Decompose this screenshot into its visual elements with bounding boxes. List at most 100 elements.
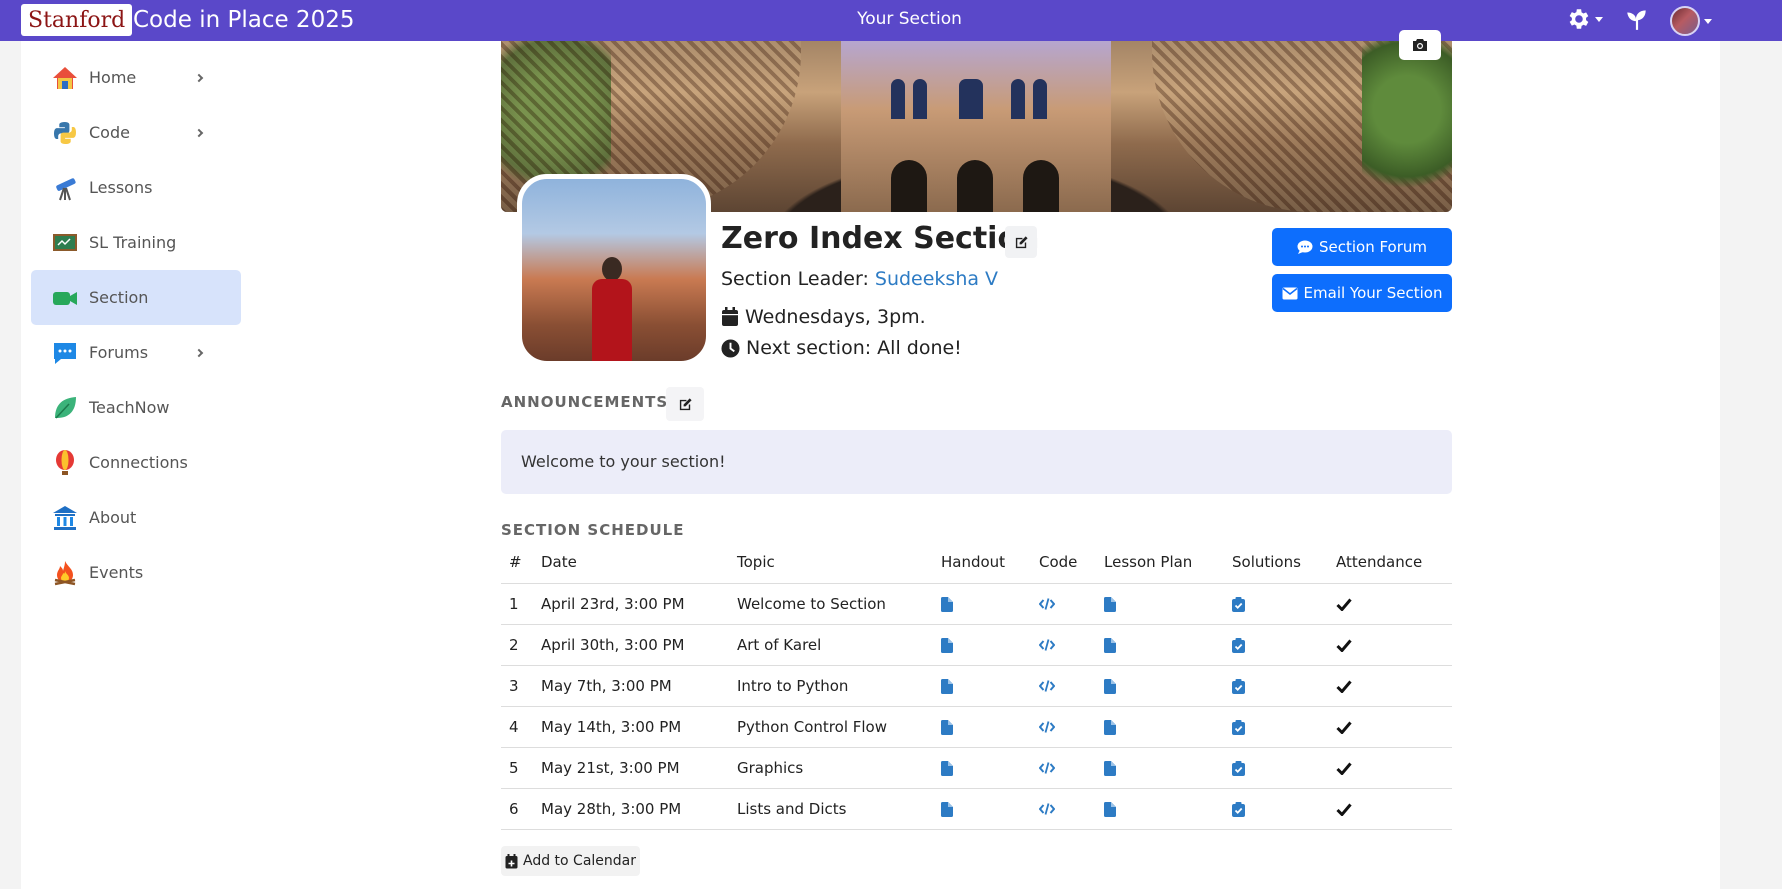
code-icon[interactable] <box>1039 677 1055 695</box>
sidebar-item-lessons[interactable]: Lessons <box>31 160 241 215</box>
row-date: May 28th, 3:00 PM <box>541 788 737 830</box>
sidebar-item-section[interactable]: Section <box>31 270 241 325</box>
lesson-plan-file-icon[interactable] <box>1104 800 1116 818</box>
row-number: 2 <box>501 624 541 666</box>
handout-file-icon[interactable] <box>941 718 953 736</box>
lesson-plan-file-icon[interactable] <box>1104 718 1116 736</box>
solutions-clipboard-icon[interactable] <box>1232 636 1245 654</box>
solutions-cell <box>1232 624 1336 666</box>
code-icon[interactable] <box>1039 595 1055 613</box>
attendance-check-icon[interactable] <box>1336 636 1352 654</box>
code-cell <box>1039 583 1104 625</box>
chevron-right-icon <box>194 348 204 357</box>
settings-menu[interactable] <box>1565 6 1603 32</box>
solutions-clipboard-icon[interactable] <box>1232 595 1245 613</box>
solutions-clipboard-icon[interactable] <box>1232 677 1245 695</box>
lesson-plan-file-icon[interactable] <box>1104 595 1116 613</box>
attendance-check-icon[interactable] <box>1336 677 1352 695</box>
lesson-plan-cell <box>1104 747 1232 789</box>
next-section-text: Next section: All done! <box>746 337 962 359</box>
lesson-plan-file-icon[interactable] <box>1104 677 1116 695</box>
edit-title-button[interactable] <box>1005 226 1037 258</box>
attendance-check-icon[interactable] <box>1336 718 1352 736</box>
museum-icon <box>51 504 79 532</box>
row-date: May 7th, 3:00 PM <box>541 665 737 707</box>
column-header: Date <box>541 542 737 584</box>
row-topic: Graphics <box>737 747 941 789</box>
sidebar-item-connections[interactable]: Connections <box>31 435 241 490</box>
code-cell <box>1039 665 1104 707</box>
sidebar-item-home[interactable]: Home <box>31 50 241 105</box>
add-to-calendar-label: Add to Calendar <box>522 853 636 869</box>
sidebar-item-about[interactable]: About <box>31 490 241 545</box>
handout-file-icon[interactable] <box>941 800 953 818</box>
table-header-row: # Date Topic Handout Code Lesson Plan So… <box>501 542 1452 584</box>
chevron-right-icon <box>194 73 204 82</box>
row-date: May 14th, 3:00 PM <box>541 706 737 748</box>
table-row: 2 April 30th, 3:00 PM Art of Karel <box>501 624 1452 666</box>
sidebar-item-sl-training[interactable]: SL Training <box>31 215 241 270</box>
attendance-check-icon[interactable] <box>1336 595 1352 613</box>
code-icon[interactable] <box>1039 718 1055 736</box>
column-header: Topic <box>737 542 941 584</box>
handout-file-icon[interactable] <box>941 759 953 777</box>
handout-cell <box>941 624 1039 666</box>
sidebar-item-teachnow[interactable]: TeachNow <box>31 380 241 435</box>
attendance-cell <box>1336 583 1452 625</box>
solutions-cell <box>1232 706 1336 748</box>
lesson-plan-cell <box>1104 624 1232 666</box>
column-header: Attendance <box>1336 542 1452 584</box>
gear-icon <box>1569 9 1589 29</box>
calendar-plus-icon <box>505 853 518 868</box>
solutions-cell <box>1232 788 1336 830</box>
sidebar-item-events[interactable]: Events <box>31 545 241 600</box>
table-row: 4 May 14th, 3:00 PM Python Control Flow <box>501 706 1452 748</box>
email-section-button[interactable]: Email Your Section <box>1272 274 1452 312</box>
solutions-clipboard-icon[interactable] <box>1232 800 1245 818</box>
code-cell <box>1039 747 1104 789</box>
attendance-check-icon[interactable] <box>1336 800 1352 818</box>
clock-icon <box>721 338 740 358</box>
section-leader-link[interactable]: Sudeeksha V <box>875 268 998 290</box>
table-row: 1 April 23rd, 3:00 PM Welcome to Section <box>501 583 1452 625</box>
edit-announcement-button[interactable] <box>666 387 704 421</box>
column-header: Lesson Plan <box>1104 542 1232 584</box>
handout-file-icon[interactable] <box>941 595 953 613</box>
column-header: Handout <box>941 542 1039 584</box>
announcement-message: Welcome to your section! <box>521 452 726 471</box>
row-topic: Art of Karel <box>737 624 941 666</box>
add-to-calendar-button[interactable]: Add to Calendar <box>501 846 640 876</box>
column-header: Solutions <box>1232 542 1336 584</box>
growth-button[interactable] <box>1624 6 1650 32</box>
lesson-plan-file-icon[interactable] <box>1104 636 1116 654</box>
solutions-clipboard-icon[interactable] <box>1232 718 1245 736</box>
comment-icon <box>1297 240 1313 254</box>
handout-file-icon[interactable] <box>941 636 953 654</box>
code-icon[interactable] <box>1039 759 1055 777</box>
section-forum-button[interactable]: Section Forum <box>1272 228 1452 266</box>
sidebar-item-forums[interactable]: Forums <box>31 325 241 380</box>
sidebar-item-label: Lessons <box>89 178 153 197</box>
code-icon[interactable] <box>1039 636 1055 654</box>
solutions-clipboard-icon[interactable] <box>1232 759 1245 777</box>
handout-file-icon[interactable] <box>941 677 953 695</box>
code-cell <box>1039 788 1104 830</box>
hot-air-balloon-icon <box>51 449 79 477</box>
user-menu[interactable] <box>1670 6 1712 36</box>
sidebar-item-code[interactable]: Code <box>31 105 241 160</box>
chat-bubble-icon <box>51 339 79 367</box>
solutions-cell <box>1232 583 1336 625</box>
attendance-check-icon[interactable] <box>1336 759 1352 777</box>
avatar <box>1670 6 1700 36</box>
row-topic: Welcome to Section <box>737 583 941 625</box>
campfire-icon <box>51 559 79 587</box>
table-row: 6 May 28th, 3:00 PM Lists and Dicts <box>501 788 1452 830</box>
section-title: Zero Index Section <box>721 221 1040 256</box>
sidebar: Home Code Lessons SL Training Section Fo… <box>21 41 254 889</box>
change-banner-button[interactable] <box>1399 30 1441 60</box>
code-icon[interactable] <box>1039 800 1055 818</box>
sprout-icon <box>1627 10 1646 30</box>
home-icon <box>51 64 79 92</box>
lesson-plan-file-icon[interactable] <box>1104 759 1116 777</box>
attendance-cell <box>1336 665 1452 707</box>
